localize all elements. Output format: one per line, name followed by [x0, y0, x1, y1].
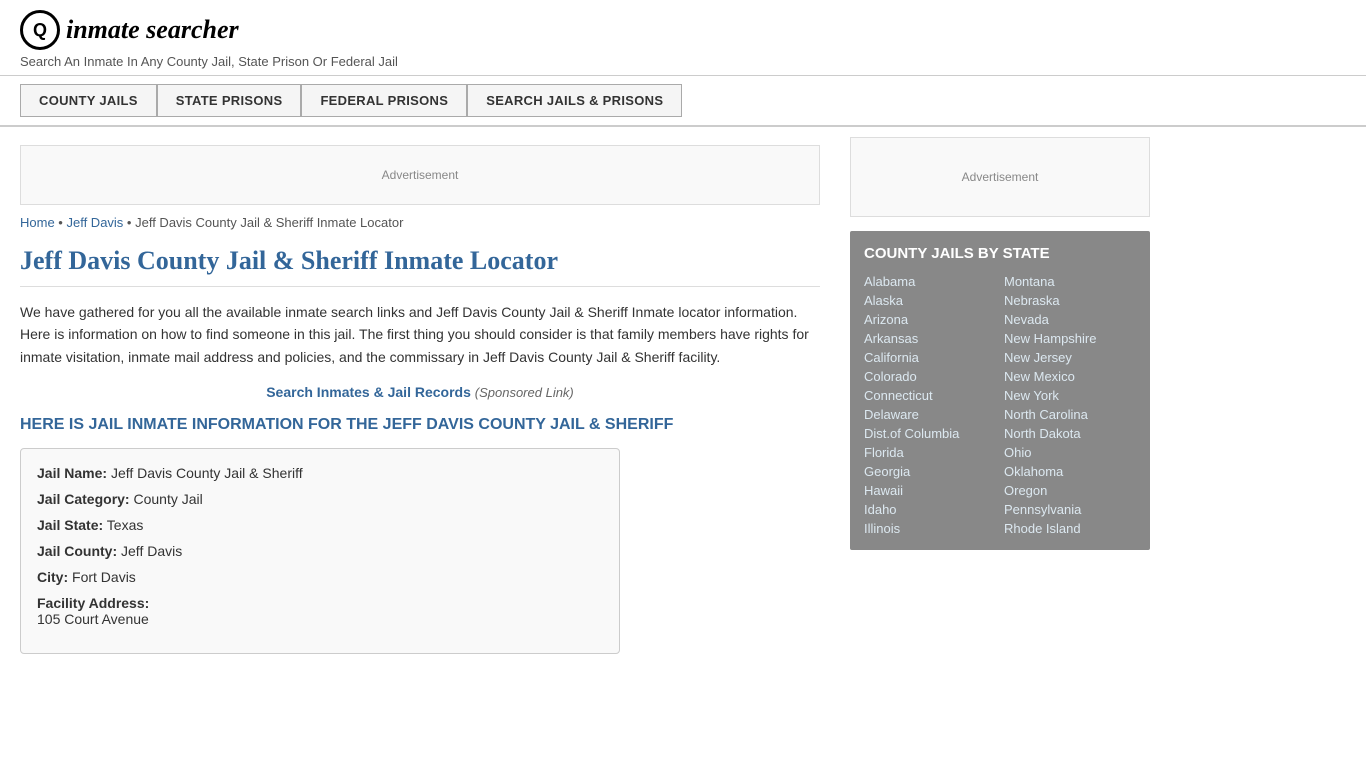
jail-category-value: County Jail: [133, 491, 202, 507]
state-link[interactable]: Illinois: [864, 521, 996, 536]
nav-state-prisons[interactable]: STATE PRISONS: [157, 84, 302, 117]
jail-category-label: Jail Category:: [37, 491, 130, 507]
state-link[interactable]: Ohio: [1004, 445, 1136, 460]
page-title: Jeff Davis County Jail & Sheriff Inmate …: [20, 246, 820, 287]
state-link[interactable]: Rhode Island: [1004, 521, 1136, 536]
jail-name-row: Jail Name: Jeff Davis County Jail & Sher…: [37, 465, 603, 481]
state-link[interactable]: New Jersey: [1004, 350, 1136, 365]
body-text: We have gathered for you all the availab…: [20, 301, 820, 368]
state-link[interactable]: North Dakota: [1004, 426, 1136, 441]
breadcrumb-home[interactable]: Home: [20, 215, 55, 230]
state-link[interactable]: California: [864, 350, 996, 365]
jail-category-row: Jail Category: County Jail: [37, 491, 603, 507]
ad-top: Advertisement: [20, 145, 820, 205]
state-link[interactable]: Idaho: [864, 502, 996, 517]
jail-state-value: Texas: [107, 517, 144, 533]
state-link[interactable]: New Hampshire: [1004, 331, 1136, 346]
state-link[interactable]: Connecticut: [864, 388, 996, 403]
info-box: Jail Name: Jeff Davis County Jail & Sher…: [20, 448, 620, 654]
state-link[interactable]: Montana: [1004, 274, 1136, 289]
state-link[interactable]: Alabama: [864, 274, 996, 289]
state-link[interactable]: Florida: [864, 445, 996, 460]
city-row: City: Fort Davis: [37, 569, 603, 585]
nav-county-jails[interactable]: COUNTY JAILS: [20, 84, 157, 117]
sidebar-ad: Advertisement: [850, 137, 1150, 217]
logo-icon: Q: [20, 10, 60, 50]
state-link[interactable]: Oregon: [1004, 483, 1136, 498]
states-grid: Alabama Montana Alaska Nebraska Arizona Nevad…: [864, 274, 1136, 536]
address-row: Facility Address: 105 Court Avenue: [37, 595, 603, 627]
county-jails-title: COUNTY JAILS BY STATE: [864, 245, 1136, 262]
nav-search-jails[interactable]: SEARCH JAILS & PRISONS: [467, 84, 682, 117]
jail-county-value: Jeff Davis: [121, 543, 182, 559]
jail-county-row: Jail County: Jeff Davis: [37, 543, 603, 559]
state-link[interactable]: Oklahoma: [1004, 464, 1136, 479]
jail-county-label: Jail County:: [37, 543, 117, 559]
state-link[interactable]: Nebraska: [1004, 293, 1136, 308]
state-link[interactable]: Alaska: [864, 293, 996, 308]
state-link[interactable]: New Mexico: [1004, 369, 1136, 384]
county-jails-box: COUNTY JAILS BY STATE Alabama Montana Alas…: [850, 231, 1150, 550]
nav-federal-prisons[interactable]: FEDERAL PRISONS: [301, 84, 467, 117]
sponsored-link[interactable]: Search Inmates & Jail Records: [266, 384, 471, 400]
state-link[interactable]: Arizona: [864, 312, 996, 327]
breadcrumb-county[interactable]: Jeff Davis: [66, 215, 123, 230]
section-heading: HERE IS JAIL INMATE INFORMATION FOR THE …: [20, 416, 820, 434]
state-link[interactable]: Colorado: [864, 369, 996, 384]
breadcrumb: Home • Jeff Davis • Jeff Davis County Ja…: [20, 215, 820, 230]
state-link[interactable]: Hawaii: [864, 483, 996, 498]
city-label: City:: [37, 569, 68, 585]
logo-text: inmate searcher: [66, 15, 239, 45]
city-value: Fort Davis: [72, 569, 136, 585]
jail-state-label: Jail State:: [37, 517, 103, 533]
state-link[interactable]: Dist.of Columbia: [864, 426, 996, 441]
state-link[interactable]: Delaware: [864, 407, 996, 422]
state-link[interactable]: Nevada: [1004, 312, 1136, 327]
state-link[interactable]: Arkansas: [864, 331, 996, 346]
jail-state-row: Jail State: Texas: [37, 517, 603, 533]
jail-name-value: Jeff Davis County Jail & Sheriff: [111, 465, 303, 481]
breadcrumb-current: Jeff Davis County Jail & Sheriff Inmate …: [135, 215, 403, 230]
nav-bar: COUNTY JAILS STATE PRISONS FEDERAL PRISO…: [0, 76, 1366, 127]
address-label: Facility Address:: [37, 595, 603, 611]
tagline: Search An Inmate In Any County Jail, Sta…: [20, 54, 1346, 69]
jail-name-label: Jail Name:: [37, 465, 107, 481]
state-link[interactable]: New York: [1004, 388, 1136, 403]
sponsored-note: (Sponsored Link): [475, 385, 574, 400]
state-link[interactable]: Pennsylvania: [1004, 502, 1136, 517]
state-link[interactable]: Georgia: [864, 464, 996, 479]
state-link[interactable]: North Carolina: [1004, 407, 1136, 422]
sponsored-link-area: Search Inmates & Jail Records (Sponsored…: [20, 384, 820, 400]
address-value: 105 Court Avenue: [37, 611, 603, 627]
